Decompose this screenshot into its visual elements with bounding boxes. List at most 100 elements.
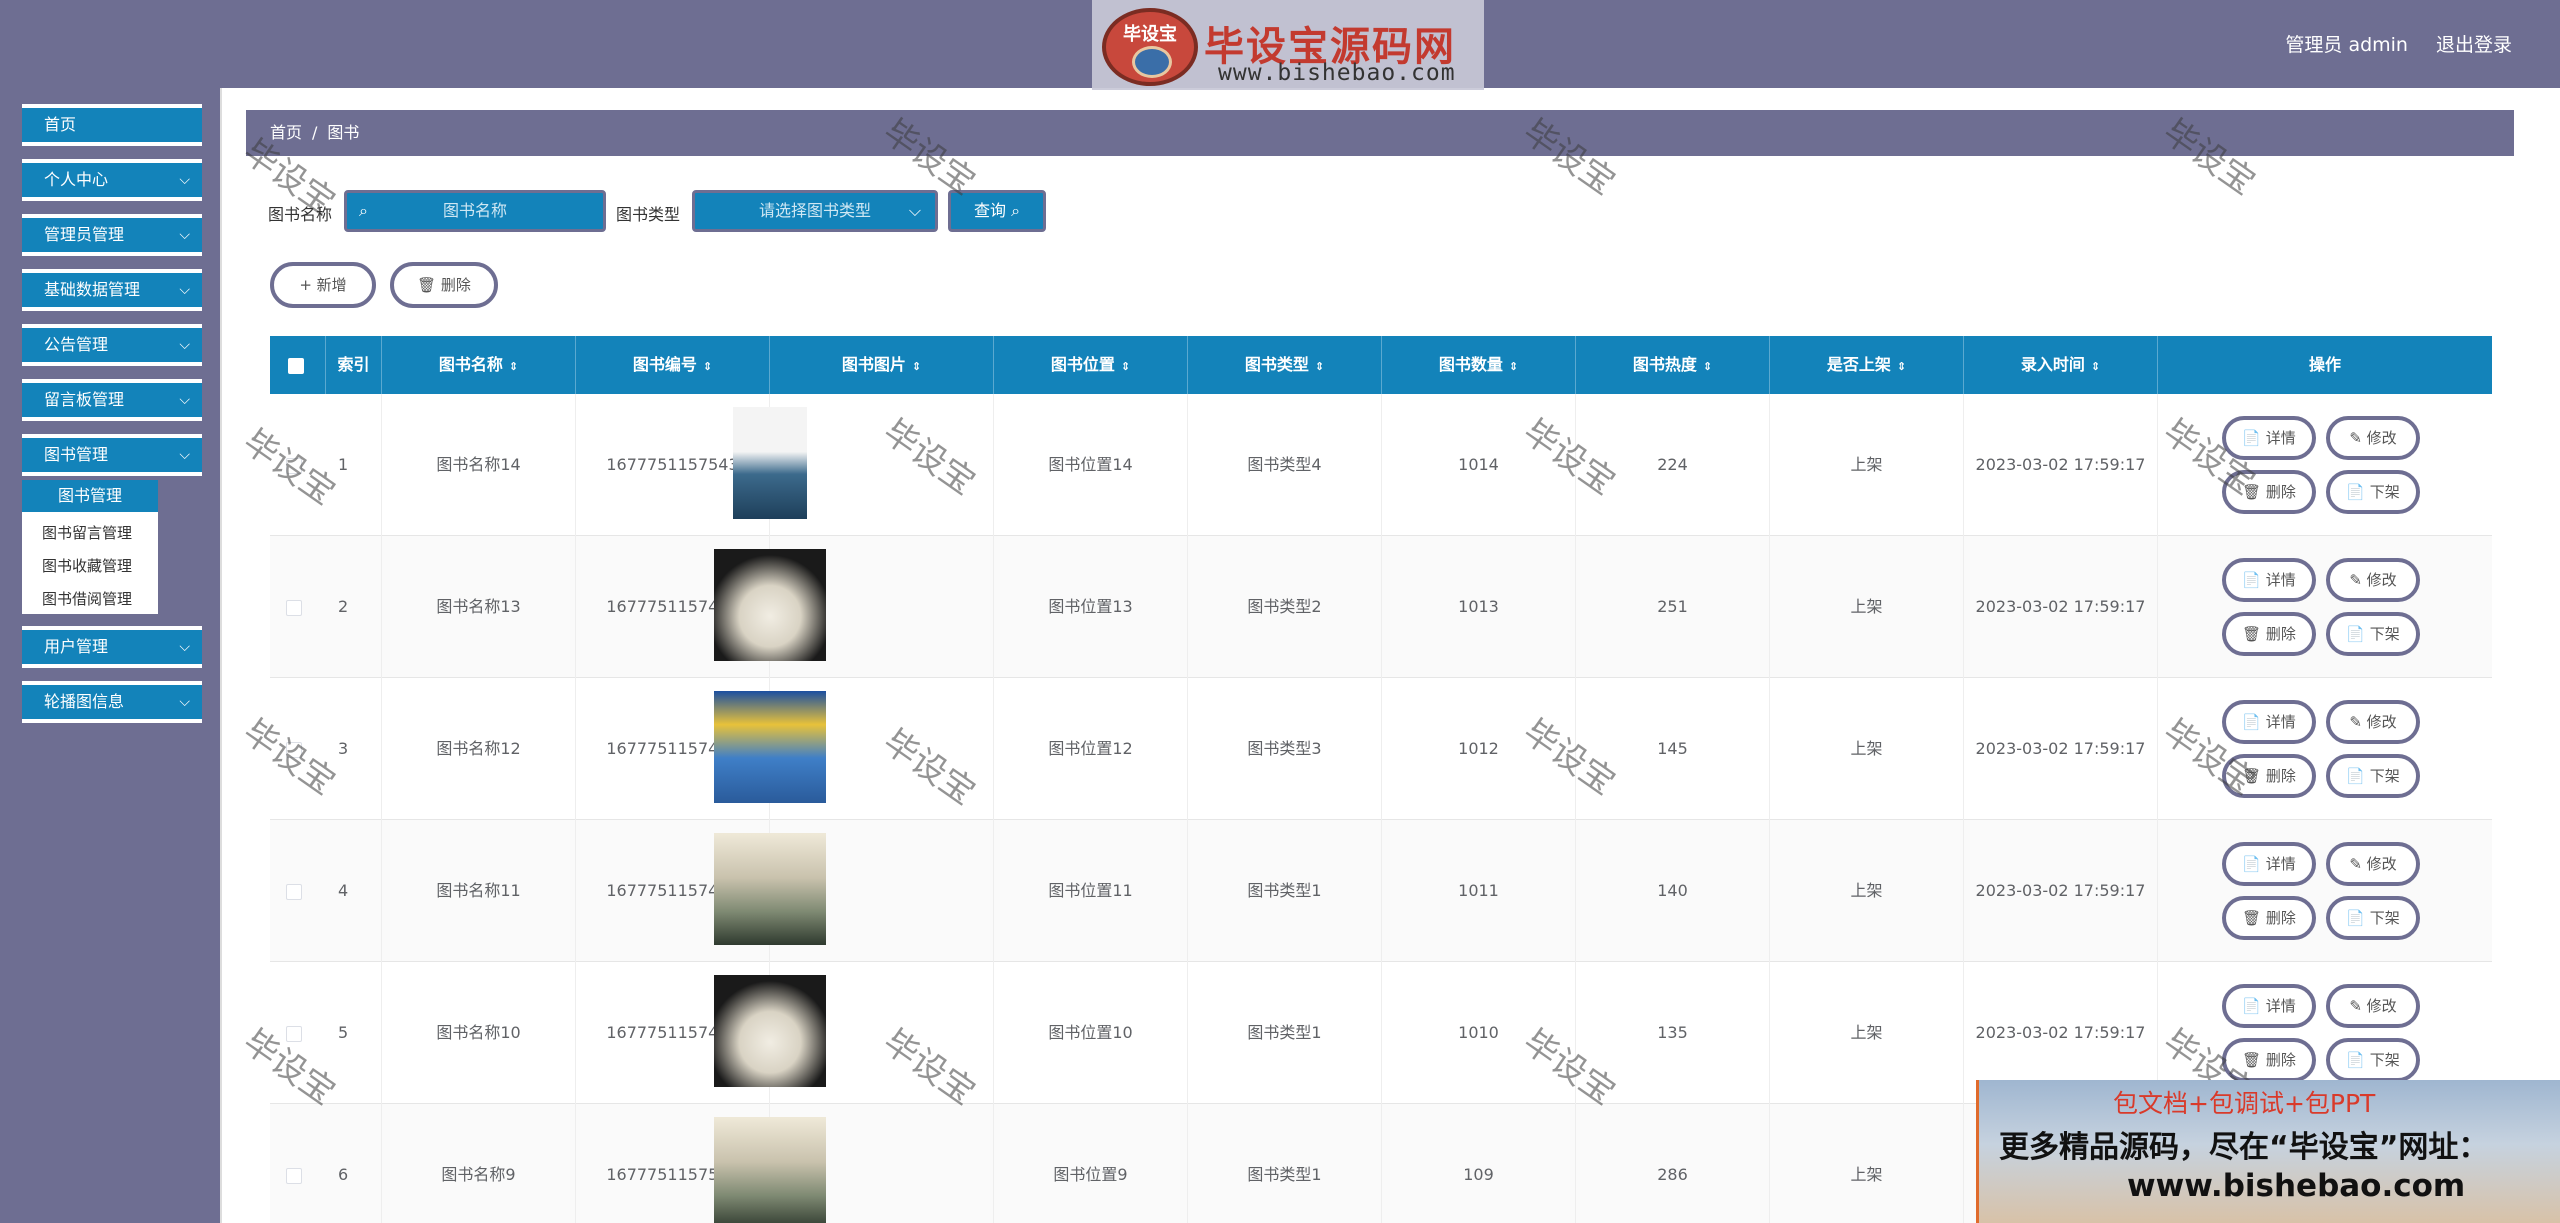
detail-button[interactable]: 📄 详情 xyxy=(2222,842,2316,886)
row-checkbox[interactable] xyxy=(286,884,302,900)
book-name-label: 图书名称 xyxy=(268,205,333,224)
sidebar-item-notice[interactable]: 公告管理 ⌵ xyxy=(22,324,202,366)
sidebar-item-admin[interactable]: 管理员管理 ⌵ xyxy=(22,214,202,256)
add-button-label: + 新增 xyxy=(299,276,347,294)
submenu-item-book-favorites[interactable]: 图书收藏管理 xyxy=(42,555,132,576)
book-name-search-input[interactable]: ⌕ 图书名称 xyxy=(344,190,606,232)
sidebar-item-books[interactable]: 图书管理 ⌵ xyxy=(22,434,202,476)
chevron-down-icon: ⌵ xyxy=(908,201,921,220)
col-qty[interactable]: 图书数量 ⇕ xyxy=(1382,336,1576,394)
document-icon: 📄 xyxy=(2242,713,2266,731)
book-cover-image[interactable] xyxy=(714,1117,826,1223)
sidebar-item-carousel[interactable]: 轮播图信息 ⌵ xyxy=(22,681,202,723)
edit-button[interactable]: ✎ 修改 xyxy=(2326,842,2420,886)
submenu-item-book-messages[interactable]: 图书留言管理 xyxy=(42,522,132,543)
col-time[interactable]: 录入时间 ⇕ xyxy=(1964,336,2158,394)
admin-user-label[interactable]: 管理员 admin xyxy=(2285,30,2408,57)
logout-link[interactable]: 退出登录 xyxy=(2436,30,2512,57)
edit-button[interactable]: ✎ 修改 xyxy=(2326,700,2420,744)
promo-line-2: 更多精品源码，尽在“毕设宝”网址： xyxy=(1999,1130,2489,1165)
sidebar-item-home[interactable]: 首页 xyxy=(22,104,202,146)
cell-location: 图书位置14 xyxy=(994,394,1188,536)
breadcrumb: 首页 / 图书 xyxy=(246,110,2514,156)
book-cover-image[interactable] xyxy=(733,407,807,519)
col-code[interactable]: 图书编号 ⇕ xyxy=(576,336,770,394)
chevron-down-icon: ⌵ xyxy=(179,392,190,408)
sidebar-item-profile[interactable]: 个人中心 ⌵ xyxy=(22,159,202,201)
col-name[interactable]: 图书名称 ⇕ xyxy=(382,336,576,394)
delete-button[interactable]: 🗑 删除 xyxy=(2222,470,2316,514)
breadcrumb-separator: / xyxy=(312,123,318,142)
chevron-down-icon: ⌵ xyxy=(179,227,190,243)
query-button[interactable]: 查询 ⌕ xyxy=(948,190,1046,232)
submenu-item-book-borrow[interactable]: 图书借阅管理 xyxy=(42,588,132,609)
cell-name: 图书名称11 xyxy=(382,820,576,962)
offshelf-button-label: 下架 xyxy=(2369,483,2400,501)
row-checkbox[interactable] xyxy=(286,742,302,758)
edit-button[interactable]: ✎ 修改 xyxy=(2326,416,2420,460)
col-location[interactable]: 图书位置 ⇕ xyxy=(994,336,1188,394)
offshelf-button[interactable]: 📄 下架 xyxy=(2326,470,2420,514)
delete-button[interactable]: 🗑 删除 xyxy=(2222,896,2316,940)
book-cover-image[interactable] xyxy=(714,549,826,661)
col-type[interactable]: 图书类型 ⇕ xyxy=(1188,336,1382,394)
col-image[interactable]: 图书图片 ⇕ xyxy=(770,336,994,394)
book-type-select[interactable]: 请选择图书类型 ⌵ xyxy=(692,190,938,232)
cell-type: 图书类型2 xyxy=(1188,536,1382,678)
table-row: 3 图书名称12 1677751157485 图书位置12 图书类型3 1012 145 上架… xyxy=(270,678,2492,820)
sidebar-item-label: 轮播图信息 xyxy=(44,692,125,711)
book-cover-image[interactable] xyxy=(714,975,826,1087)
offshelf-button[interactable]: 📄 下架 xyxy=(2326,896,2420,940)
delete-button[interactable]: 🗑 删除 xyxy=(2222,1038,2316,1082)
add-button[interactable]: + 新增 xyxy=(270,262,376,308)
promo-url[interactable]: www.bishebao.com xyxy=(2127,1168,2465,1204)
detail-button-label: 详情 xyxy=(2265,571,2296,589)
col-heat[interactable]: 图书热度 ⇕ xyxy=(1576,336,1770,394)
detail-button[interactable]: 📄 详情 xyxy=(2222,700,2316,744)
delete-button[interactable]: 🗑 删除 xyxy=(2222,612,2316,656)
sidebar-item-message-board[interactable]: 留言板管理 ⌵ xyxy=(22,379,202,421)
edit-button[interactable]: ✎ 修改 xyxy=(2326,984,2420,1028)
books-submenu: 图书管理 图书留言管理 图书收藏管理 图书借阅管理 xyxy=(22,480,158,614)
offshelf-button[interactable]: 📄 下架 xyxy=(2326,1038,2420,1082)
delete-button-label: 删除 xyxy=(2265,767,2296,785)
sidebar-item-users[interactable]: 用户管理 ⌵ xyxy=(22,626,202,668)
breadcrumb-home[interactable]: 首页 xyxy=(270,123,302,142)
row-checkbox[interactable] xyxy=(286,600,302,616)
cell-index: 6 xyxy=(326,1104,382,1223)
pencil-icon: ✎ xyxy=(2349,997,2367,1015)
row-checkbox[interactable] xyxy=(286,458,302,474)
detail-button[interactable]: 📄 详情 xyxy=(2222,984,2316,1028)
cell-qty: 109 xyxy=(1382,1104,1576,1223)
cell-status: 上架 xyxy=(1770,1104,1964,1223)
detail-button[interactable]: 📄 详情 xyxy=(2222,416,2316,460)
detail-button[interactable]: 📄 详情 xyxy=(2222,558,2316,602)
delete-button[interactable]: 🗑 删除 xyxy=(2222,754,2316,798)
cell-heat: 140 xyxy=(1576,820,1770,962)
search-icon: ⌕ xyxy=(359,201,368,220)
col-status[interactable]: 是否上架 ⇕ xyxy=(1770,336,1964,394)
cell-name: 图书名称13 xyxy=(382,536,576,678)
logo-badge: 毕设宝 xyxy=(1102,8,1198,86)
row-checkbox[interactable] xyxy=(286,1168,302,1184)
offshelf-button[interactable]: 📄 下架 xyxy=(2326,612,2420,656)
submenu-item-book-manage[interactable]: 图书管理 xyxy=(22,480,158,512)
book-cover-image[interactable] xyxy=(714,833,826,945)
offshelf-button-label: 下架 xyxy=(2369,767,2400,785)
sidebar-item-basic-data[interactable]: 基础数据管理 ⌵ xyxy=(22,269,202,311)
offshelf-button[interactable]: 📄 下架 xyxy=(2326,754,2420,798)
chevron-down-icon: ⌵ xyxy=(179,282,190,298)
book-cover-image[interactable] xyxy=(714,691,826,803)
cell-heat: 145 xyxy=(1576,678,1770,820)
select-all-checkbox[interactable] xyxy=(288,358,304,374)
chevron-down-icon: ⌵ xyxy=(179,172,190,188)
edit-button-label: 修改 xyxy=(2366,713,2397,731)
chevron-down-icon: ⌵ xyxy=(179,639,190,655)
batch-delete-button[interactable]: 🗑 删除 xyxy=(390,262,498,308)
sidebar-item-label: 基础数据管理 xyxy=(44,280,141,299)
edit-button[interactable]: ✎ 修改 xyxy=(2326,558,2420,602)
offshelf-button-label: 下架 xyxy=(2369,625,2400,643)
col-index: 索引 xyxy=(326,336,382,394)
row-checkbox[interactable] xyxy=(286,1026,302,1042)
cell-location: 图书位置13 xyxy=(994,536,1188,678)
